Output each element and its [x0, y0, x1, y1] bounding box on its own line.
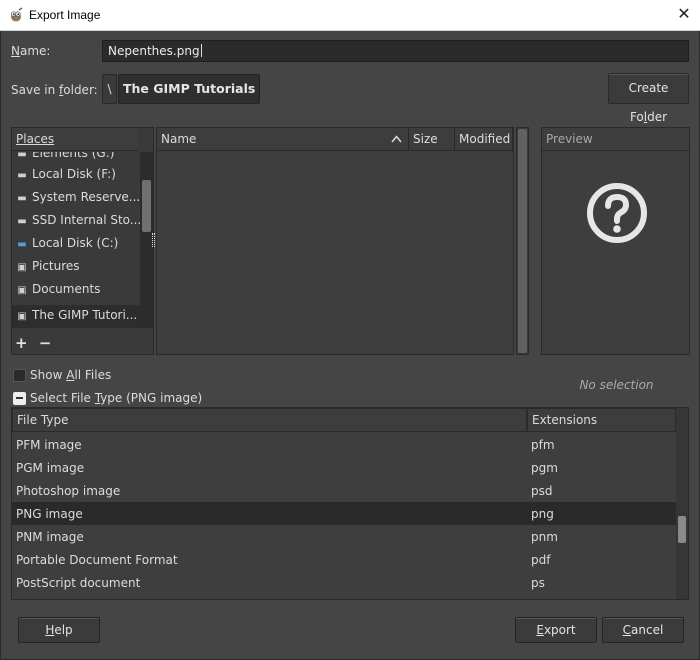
- place-item-pictures[interactable]: ▣ Pictures: [12, 256, 140, 279]
- place-item-local-disk-f[interactable]: ▬ Local Disk (F:): [12, 164, 140, 187]
- file-list-scrollbar-thumb[interactable]: [518, 129, 527, 353]
- preview-header: Preview: [542, 128, 689, 151]
- file-list-scrollbar[interactable]: [516, 127, 529, 355]
- column-header-name[interactable]: Name: [157, 128, 409, 151]
- places-panel: Places ▬ Elements (G:) ▬ Local Disk (F:) ▬…: [11, 127, 154, 355]
- place-item-local-disk-c[interactable]: ▬ Local Disk (C:): [12, 233, 140, 256]
- file-type-row[interactable]: PFM image pfm: [12, 433, 676, 456]
- folder-icon: ▣: [17, 285, 27, 296]
- places-actions: + −: [15, 334, 51, 352]
- file-type-row[interactable]: PNM image pnm: [12, 525, 676, 548]
- window-title: Export Image: [29, 8, 101, 22]
- cancel-button[interactable]: Cancel: [602, 617, 684, 643]
- path-breadcrumb-button[interactable]: The GIMP Tutorials: [118, 74, 261, 104]
- name-label: Name:: [11, 44, 51, 58]
- preview-empty-text: No selection: [579, 378, 654, 392]
- filename-input[interactable]: Nepenthes.png: [102, 40, 689, 62]
- path-root-button[interactable]: \: [102, 74, 117, 104]
- place-item-system-reserved[interactable]: ▬ System Reserve...: [12, 187, 140, 210]
- place-item-documents[interactable]: ▣ Documents: [12, 279, 140, 302]
- sort-ascending-icon: [391, 135, 402, 143]
- system-drive-icon: ▬: [17, 239, 27, 250]
- column-header-extensions[interactable]: Extensions: [527, 408, 676, 432]
- drive-icon: ▬: [17, 152, 27, 160]
- drive-icon: ▬: [17, 170, 27, 181]
- help-button[interactable]: Help: [18, 617, 100, 643]
- collapse-icon[interactable]: [13, 392, 26, 405]
- file-type-row[interactable]: Photoshop image psd: [12, 479, 676, 502]
- show-all-files-checkbox[interactable]: [13, 369, 26, 382]
- export-button[interactable]: Export: [515, 617, 597, 643]
- folder-icon: ▣: [17, 262, 27, 273]
- drive-icon: ▬: [17, 216, 27, 227]
- remove-place-icon[interactable]: −: [39, 334, 52, 352]
- file-type-table[interactable]: File Type Extensions PFM image pfm PGM im…: [11, 407, 689, 600]
- places-header[interactable]: Places: [12, 128, 138, 151]
- column-header-size[interactable]: Size: [409, 128, 455, 151]
- gimp-icon: [10, 7, 23, 22]
- add-place-icon[interactable]: +: [15, 334, 28, 352]
- file-type-row[interactable]: PGM image pgm: [12, 456, 676, 479]
- close-icon[interactable]: ✕: [668, 0, 700, 30]
- drive-icon: ▬: [17, 193, 27, 204]
- file-type-scrollbar-thumb[interactable]: [678, 516, 686, 543]
- preview-panel: Preview No selection: [541, 127, 690, 392]
- title-bar: Export Image ✕: [0, 0, 700, 31]
- places-scrollbar-thumb[interactable]: [142, 180, 151, 232]
- file-type-row[interactable]: PostScript document ps: [12, 571, 676, 594]
- column-header-modified[interactable]: Modified: [455, 128, 513, 151]
- folder-icon: ▣: [17, 311, 27, 322]
- file-type-row-selected[interactable]: PNG image png: [12, 502, 676, 525]
- question-icon: [587, 183, 647, 243]
- select-file-type-expander[interactable]: Select File Type (PNG image): [30, 391, 202, 405]
- file-list[interactable]: Name Size Modified: [156, 127, 514, 355]
- show-all-files-label[interactable]: Show All Files: [30, 368, 111, 382]
- column-header-file-type[interactable]: File Type: [12, 408, 527, 432]
- place-item-ssd-internal[interactable]: ▬ SSD Internal Sto...: [12, 210, 140, 233]
- pane-resize-handle[interactable]: [152, 233, 155, 247]
- text-caret: [200, 44, 202, 57]
- create-folder-button[interactable]: Create Folder: [608, 73, 689, 124]
- places-list: ▬ Elements (G:) ▬ Local Disk (F:) ▬ System …: [12, 152, 140, 328]
- save-in-folder-label: Save in folder:: [11, 83, 98, 97]
- dialog-content: Name: Nepenthes.png Save in folder: \ Th…: [0, 31, 700, 660]
- file-type-row[interactable]: Portable Document Format pdf: [12, 548, 676, 571]
- place-item-gimp-tutorials[interactable]: ▣ The GIMP Tutori...: [12, 305, 140, 328]
- file-type-scrollbar[interactable]: [676, 408, 688, 599]
